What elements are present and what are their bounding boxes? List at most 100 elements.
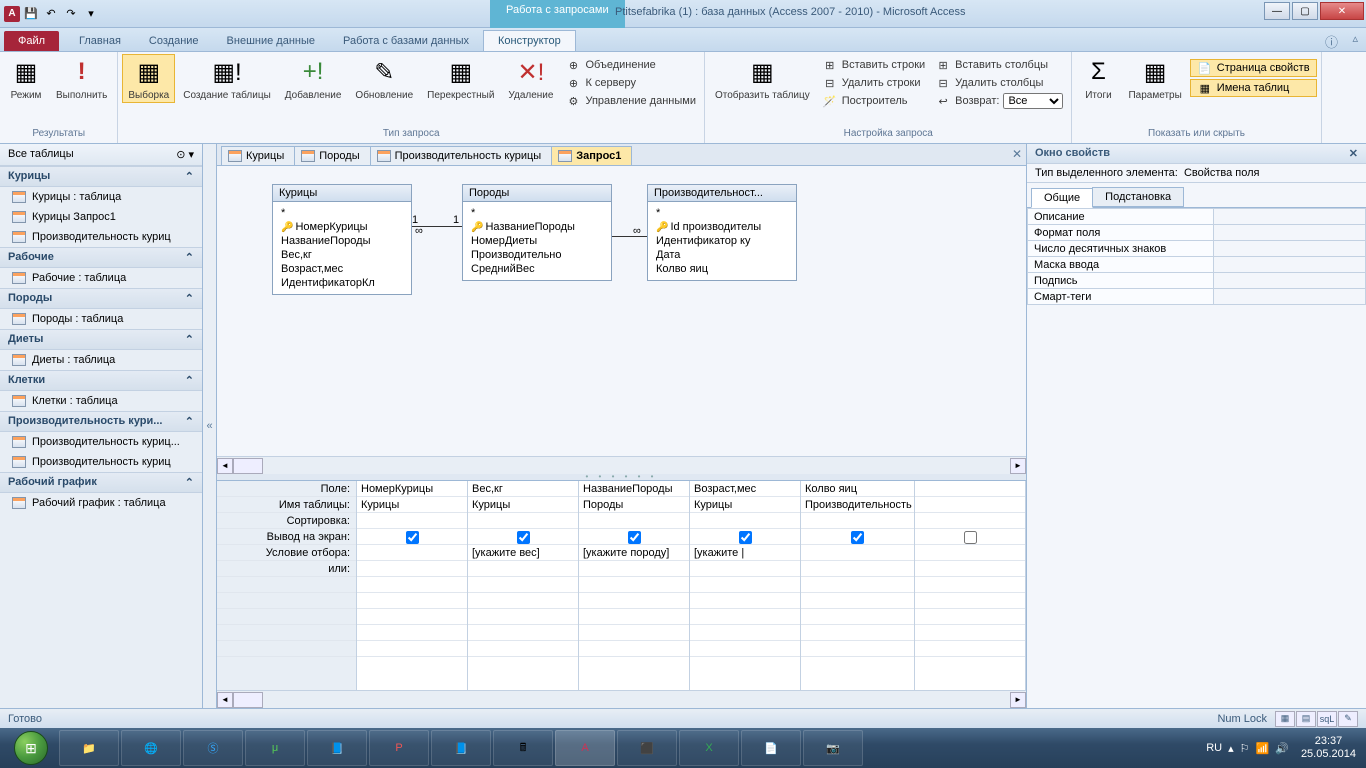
show-checkbox[interactable]	[406, 531, 419, 544]
start-button[interactable]: ⊞	[4, 730, 58, 766]
task-chrome[interactable]: 🌐	[121, 730, 181, 766]
tab-external[interactable]: Внешние данные	[213, 31, 329, 51]
union-button[interactable]: ⊕Объединение	[561, 56, 700, 74]
nav-group-header[interactable]: Рабочие⌃	[0, 247, 202, 268]
nav-item[interactable]: Курицы : таблица	[0, 187, 202, 207]
nav-group-header[interactable]: Диеты⌃	[0, 329, 202, 350]
doc-tab[interactable]: Породы	[294, 146, 370, 165]
property-sheet-button[interactable]: 📄Страница свойств	[1190, 59, 1317, 77]
save-icon[interactable]: 💾	[22, 5, 40, 23]
grid-column[interactable]: НазваниеПороды Породы [укажите породу]	[579, 481, 690, 690]
task-acrobat[interactable]: ⬛	[617, 730, 677, 766]
nav-group-header[interactable]: Рабочий график⌃	[0, 472, 202, 493]
prop-value[interactable]	[1213, 225, 1365, 241]
qat-more-icon[interactable]: ▾	[82, 5, 100, 23]
tray-volume-icon[interactable]: 🔊	[1275, 742, 1289, 755]
nav-shutter-button[interactable]: «	[203, 144, 217, 708]
task-skype[interactable]: Ⓢ	[183, 730, 243, 766]
scroll-right-icon[interactable]: ►	[1010, 692, 1026, 708]
design-view-button2[interactable]: ✎	[1338, 711, 1358, 727]
nav-group-header[interactable]: Породы⌃	[0, 288, 202, 309]
doc-tab[interactable]: Производительность курицы	[370, 146, 553, 165]
doc-tab-active[interactable]: Запрос1	[551, 146, 632, 165]
nav-item[interactable]: Производительность куриц	[0, 227, 202, 247]
task-powerpoint[interactable]: P	[369, 730, 429, 766]
run-button[interactable]: ! Выполнить	[50, 54, 113, 103]
app-icon[interactable]: A	[4, 6, 20, 22]
tray-lang[interactable]: RU	[1206, 742, 1222, 754]
prop-tab-general[interactable]: Общие	[1031, 188, 1093, 208]
grid-column[interactable]: Возраст,мес Курицы [укажите |	[690, 481, 801, 690]
nav-item[interactable]: Производительность куриц	[0, 452, 202, 472]
ddl-button[interactable]: ⚙Управление данными	[561, 92, 700, 110]
table-box-proizvo[interactable]: Производительност... *🔑Id производителыИ…	[647, 184, 797, 281]
doc-tab[interactable]: Курицы	[221, 146, 295, 165]
parameters-button[interactable]: ▦Параметры	[1122, 54, 1187, 103]
close-button[interactable]: ✕	[1320, 2, 1364, 20]
delete-cols-button[interactable]: ⊟Удалить столбцы	[931, 74, 1067, 92]
grid-column[interactable]: НомерКурицы Курицы	[357, 481, 468, 690]
prop-tab-lookup[interactable]: Подстановка	[1092, 187, 1184, 207]
scroll-left-icon[interactable]: ◄	[217, 458, 233, 474]
tray-clock[interactable]: 23:37 25.05.2014	[1295, 735, 1362, 761]
grid-hscroll[interactable]: ◄ ►	[217, 690, 1026, 708]
prop-value[interactable]	[1213, 273, 1365, 289]
help-icon[interactable]: ⓘ	[1325, 32, 1338, 51]
table-names-button[interactable]: ▦Имена таблиц	[1190, 79, 1317, 97]
tab-dbtools[interactable]: Работа с базами данных	[329, 31, 483, 51]
scroll-right-icon[interactable]: ►	[1010, 458, 1026, 474]
task-app2[interactable]: 📘	[431, 730, 491, 766]
undo-icon[interactable]: ↶	[42, 5, 60, 23]
task-camera[interactable]: 📷	[803, 730, 863, 766]
task-explorer[interactable]: 📁	[59, 730, 119, 766]
append-button[interactable]: +!Добавление	[279, 54, 348, 103]
nav-item[interactable]: Производительность куриц...	[0, 432, 202, 452]
nav-item[interactable]: Диеты : таблица	[0, 350, 202, 370]
prop-value[interactable]	[1213, 241, 1365, 257]
doc-close-button[interactable]: ✕	[1012, 147, 1022, 161]
scroll-left-icon[interactable]: ◄	[217, 692, 233, 708]
tab-home[interactable]: Главная	[65, 31, 135, 51]
maketable-button[interactable]: ▦!Создание таблицы	[177, 54, 277, 103]
nav-group-header[interactable]: Производительность кури...⌃	[0, 411, 202, 432]
delete-button[interactable]: ✕!Удаление	[502, 54, 559, 103]
nav-dropdown-icon[interactable]: ⊙ ▾	[176, 148, 194, 161]
select-query-button[interactable]: ▦Выборка	[122, 54, 175, 103]
prop-value[interactable]	[1213, 289, 1365, 305]
datasheet-view-button[interactable]: ▦	[1275, 711, 1295, 727]
sql-view-button[interactable]: ▤	[1296, 711, 1316, 727]
design-view-button[interactable]: sqL	[1317, 711, 1337, 727]
table-box-porody[interactable]: Породы *🔑НазваниеПородыНомерДиетыПроизво…	[462, 184, 612, 281]
file-tab[interactable]: Файл	[4, 31, 59, 51]
grid-column[interactable]	[915, 481, 1026, 690]
insert-rows-button[interactable]: ⊞Вставить строки	[818, 56, 929, 74]
insert-cols-button[interactable]: ⊞Вставить столбцы	[931, 56, 1067, 74]
nav-group-header[interactable]: Курицы⌃	[0, 166, 202, 187]
table-box-kuritsy[interactable]: Курицы *🔑НомерКурицыНазваниеПородыВес,кг…	[272, 184, 412, 295]
tab-design[interactable]: Конструктор	[483, 30, 576, 51]
return-select[interactable]: Все	[1003, 93, 1063, 109]
scroll-thumb[interactable]	[233, 692, 263, 708]
task-app1[interactable]: 📘	[307, 730, 367, 766]
prop-value[interactable]	[1213, 209, 1365, 225]
nav-item[interactable]: Рабочие : таблица	[0, 268, 202, 288]
grid-column[interactable]: Вес,кг Курицы [укажите вес]	[468, 481, 579, 690]
maximize-button[interactable]: ▢	[1292, 2, 1318, 20]
prop-close-icon[interactable]: ✕	[1349, 147, 1358, 160]
show-checkbox[interactable]	[964, 531, 977, 544]
task-utorrent[interactable]: μ	[245, 730, 305, 766]
relationship-diagram[interactable]: Курицы *🔑НомерКурицыНазваниеПородыВес,кг…	[217, 166, 1026, 456]
tab-create[interactable]: Создание	[135, 31, 213, 51]
prop-value[interactable]	[1213, 257, 1365, 273]
tray-up-icon[interactable]: ▴	[1228, 742, 1234, 755]
scroll-thumb[interactable]	[233, 458, 263, 474]
show-checkbox[interactable]	[851, 531, 864, 544]
showtable-button[interactable]: ▦Отобразить таблицу	[709, 54, 816, 103]
tray-network-icon[interactable]: 📶	[1256, 742, 1270, 755]
view-button[interactable]: ▦ Режим	[4, 54, 48, 103]
nav-item[interactable]: Курицы Запрос1	[0, 207, 202, 227]
task-access[interactable]: A	[555, 730, 615, 766]
delete-rows-button[interactable]: ⊟Удалить строки	[818, 74, 929, 92]
show-checkbox[interactable]	[517, 531, 530, 544]
update-button[interactable]: ✎Обновление	[349, 54, 419, 103]
